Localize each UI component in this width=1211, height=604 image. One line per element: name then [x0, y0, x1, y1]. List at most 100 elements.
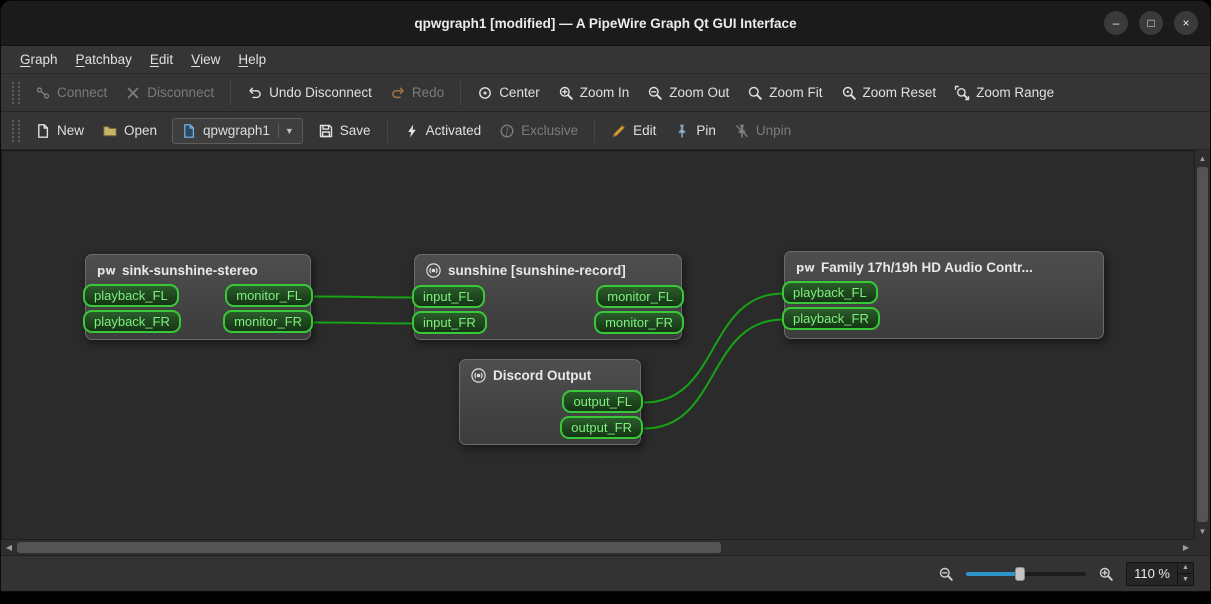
scroll-left-arrow-icon[interactable]: ◀	[1, 540, 17, 555]
zoom-step-down-icon[interactable]: ▼	[1178, 574, 1193, 585]
horizontal-scrollbar[interactable]: ◀ ▶	[1, 539, 1194, 555]
zoom-fit-button[interactable]: Zoom Fit	[739, 79, 830, 107]
scrollbar-corner	[1194, 539, 1210, 555]
zoom-in-icon[interactable]	[1096, 564, 1116, 584]
zoom-slider-handle[interactable]	[1015, 566, 1026, 581]
button-label: Unpin	[755, 123, 792, 138]
zoom-in-button[interactable]: Zoom In	[550, 79, 638, 107]
port-output-fr[interactable]: output_FR	[560, 416, 643, 439]
maximize-icon: □	[1147, 16, 1155, 30]
port-monitor-fl[interactable]: monitor_FL	[596, 285, 684, 308]
patchbay-file-icon	[181, 123, 197, 139]
graph-canvas[interactable]: pw sink-sunshine-stereo playback_FL monitor…	[1, 150, 1194, 539]
canvas-area: pw sink-sunshine-stereo playback_FL monitor…	[1, 150, 1210, 555]
button-label: Exclusive	[521, 123, 579, 138]
close-button[interactable]: ×	[1174, 11, 1198, 35]
zoom-range-button[interactable]: Zoom Range	[946, 79, 1062, 107]
port-row: input_FR monitor_FR	[412, 311, 684, 334]
button-label: New	[57, 123, 85, 138]
node-family[interactable]: pw Family 17h/19h HD Audio Contr... playba…	[782, 251, 1104, 339]
new-icon	[35, 123, 51, 139]
node-sunshine[interactable]: sunshine [sunshine-record] input_FL monito…	[412, 254, 684, 340]
node-discord[interactable]: Discord Output output_FL output_FR	[459, 359, 643, 445]
edit-button[interactable]: Edit	[603, 117, 664, 145]
scroll-down-arrow-icon[interactable]: ▼	[1195, 523, 1210, 539]
port-monitor-fr[interactable]: monitor_FR	[223, 310, 313, 333]
patchbay-toolbar: New Open qpwgraph1 ▼ Save Activated f Exclusive…	[1, 112, 1210, 150]
port-monitor-fl[interactable]: monitor_FL	[225, 284, 313, 307]
toolbar-drag-handle[interactable]	[12, 119, 20, 142]
qpwgraph1-dropdown[interactable]: qpwgraph1 ▼	[172, 117, 303, 144]
port-monitor-fr[interactable]: monitor_FR	[594, 311, 684, 334]
close-icon: ×	[1182, 16, 1190, 30]
connections-svg	[313, 292, 784, 430]
title-bar[interactable]: qpwgraph1 [modified] — A PipeWire Graph …	[1, 1, 1210, 46]
port-rows: playback_FL monitor_FL playback_FR monitor_…	[83, 284, 313, 333]
button-label: Disconnect	[147, 85, 215, 100]
port-rows: playback_FL playback_FR	[782, 281, 1103, 330]
zoom-step-up-icon[interactable]: ▲	[1178, 563, 1193, 574]
port-playback-fl[interactable]: playback_FL	[83, 284, 179, 307]
center-icon	[477, 85, 493, 101]
minimize-button[interactable]: –	[1104, 11, 1128, 35]
button-label: Zoom Out	[669, 85, 730, 100]
pin-button[interactable]: Pin	[666, 117, 724, 145]
port-row: output_FL	[460, 390, 643, 413]
node-sink[interactable]: pw sink-sunshine-stereo playback_FL monitor…	[83, 254, 313, 340]
toolbar-separator	[386, 118, 388, 143]
port-row: playback_FL monitor_FL	[83, 284, 313, 307]
port-input-fl[interactable]: input_FL	[412, 285, 485, 308]
port-playback-fr[interactable]: playback_FR	[782, 307, 880, 330]
app-window: qpwgraph1 [modified] — A PipeWire Graph …	[0, 0, 1211, 592]
connect-icon	[35, 85, 51, 101]
save-button[interactable]: Save	[310, 117, 379, 145]
menu-item-graph[interactable]: Graph	[11, 46, 67, 73]
node-title: sunshine [sunshine-record]	[448, 263, 626, 278]
button-label: Connect	[57, 85, 108, 100]
port-input-fr[interactable]: input_FR	[412, 311, 487, 334]
vertical-scrollbar-thumb[interactable]	[1197, 167, 1208, 522]
graph-toolbar: Connect Disconnect Undo Disconnect Redo Cent…	[1, 74, 1210, 112]
port-playback-fr[interactable]: playback_FR	[83, 310, 181, 333]
zoom-fit-icon	[747, 85, 763, 101]
new-button[interactable]: New	[27, 117, 92, 145]
toolbar-separator	[230, 80, 232, 105]
port-row: playback_FR monitor_FR	[83, 310, 313, 333]
port-row: playback_FR	[782, 307, 1103, 330]
zoom-out-icon[interactable]	[936, 564, 956, 584]
maximize-button[interactable]: □	[1139, 11, 1163, 35]
port-row: playback_FL	[782, 281, 1103, 304]
activated-button[interactable]: Activated	[396, 117, 490, 145]
zoom-slider[interactable]	[966, 566, 1087, 582]
port-playback-fl[interactable]: playback_FL	[782, 281, 878, 304]
open-button[interactable]: Open	[94, 117, 165, 145]
menu-item-view[interactable]: View	[182, 46, 229, 73]
button-label: Undo Disconnect	[269, 85, 372, 100]
menu-item-help[interactable]: Help	[229, 46, 275, 73]
disconnect-button: Disconnect	[117, 79, 222, 107]
undo-disconnect-button[interactable]: Undo Disconnect	[239, 79, 380, 107]
menu-item-patchbay[interactable]: Patchbay	[67, 46, 141, 73]
disconnect-icon	[125, 85, 141, 101]
zoom-spinbox[interactable]: 110 % ▲ ▼	[1126, 561, 1194, 586]
node-title: Discord Output	[493, 368, 592, 383]
menu-item-edit[interactable]: Edit	[141, 46, 182, 73]
toolbar-drag-handle[interactable]	[12, 81, 20, 104]
port-rows: output_FL output_FR	[460, 390, 643, 439]
cable[interactable]	[313, 295, 414, 299]
button-label: Activated	[425, 123, 482, 138]
horizontal-scrollbar-thumb[interactable]	[17, 542, 721, 553]
cable[interactable]	[313, 321, 414, 325]
port-output-fl[interactable]: output_FL	[562, 390, 643, 413]
svg-text:f: f	[506, 126, 510, 136]
center-button[interactable]: Center	[469, 79, 548, 107]
zoom-value[interactable]: 110 %	[1127, 563, 1177, 585]
scroll-up-arrow-icon[interactable]: ▲	[1195, 150, 1210, 166]
scroll-right-arrow-icon[interactable]: ▶	[1178, 540, 1194, 555]
zoom-range-icon	[954, 85, 970, 101]
vertical-scrollbar[interactable]: ▲ ▼	[1194, 150, 1210, 539]
connect-button: Connect	[27, 79, 115, 107]
port-row: input_FL monitor_FL	[412, 285, 684, 308]
zoom-out-button[interactable]: Zoom Out	[639, 79, 737, 107]
zoom-reset-button[interactable]: Zoom Reset	[833, 79, 945, 107]
